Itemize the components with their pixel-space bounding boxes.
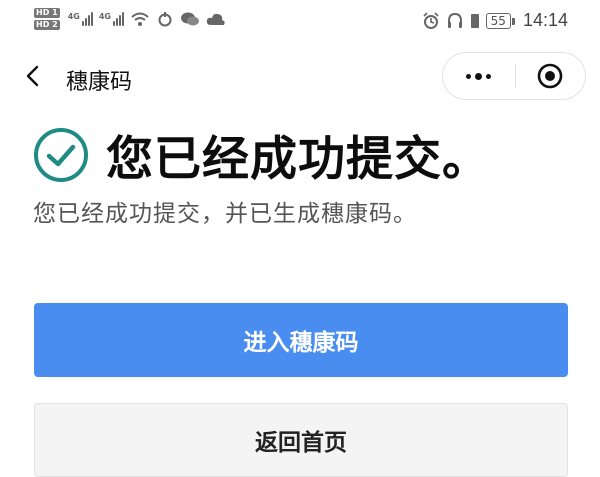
success-title: 您已经成功提交。 (106, 132, 490, 187)
cloud-icon (206, 13, 225, 25)
back-arrow-icon[interactable] (20, 62, 48, 90)
more-dot-icon (486, 73, 492, 79)
more-button[interactable] (443, 53, 515, 99)
sync-icon (158, 12, 172, 27)
back-home-button[interactable]: 返回首页 (34, 403, 568, 477)
miniprogram-capsule (442, 52, 586, 100)
sim-icon (470, 13, 479, 28)
status-right: 55 14:14 (422, 10, 568, 31)
hd1-badge: HD 1 (34, 8, 60, 18)
headphones-icon (447, 12, 462, 28)
wifi-icon (131, 12, 149, 26)
more-dot-icon (475, 72, 483, 80)
nav-header: 穗康码 (0, 52, 600, 102)
wechat-icon (180, 12, 199, 26)
alarm-icon (423, 11, 439, 29)
network-type-1: 4G (67, 12, 80, 21)
network-type-2: 4G (98, 12, 111, 21)
enter-health-code-button[interactable]: 进入穗康码 (34, 303, 568, 377)
status-bar: HD 1 HD 2 4G 4G 55 14:14 (0, 0, 600, 42)
status-left: HD 1 HD 2 4G 4G (34, 8, 226, 30)
success-header: 您已经成功提交。 (32, 120, 490, 189)
page-title: 穗康码 (66, 70, 133, 95)
hd2-badge: HD 2 (34, 20, 60, 30)
signal-1-icon: 4G (68, 12, 93, 26)
success-subtitle: 您已经成功提交，并已生成穗康码。 (33, 201, 417, 227)
battery-indicator: 55 (485, 12, 516, 29)
clock: 14:14 (522, 10, 568, 30)
hd-indicators: HD 1 HD 2 (34, 8, 60, 30)
check-circle-icon (34, 127, 88, 182)
close-button[interactable] (516, 53, 586, 99)
target-close-icon (537, 63, 563, 89)
more-dot-icon (466, 73, 472, 79)
signal-2-icon: 4G (99, 12, 124, 26)
